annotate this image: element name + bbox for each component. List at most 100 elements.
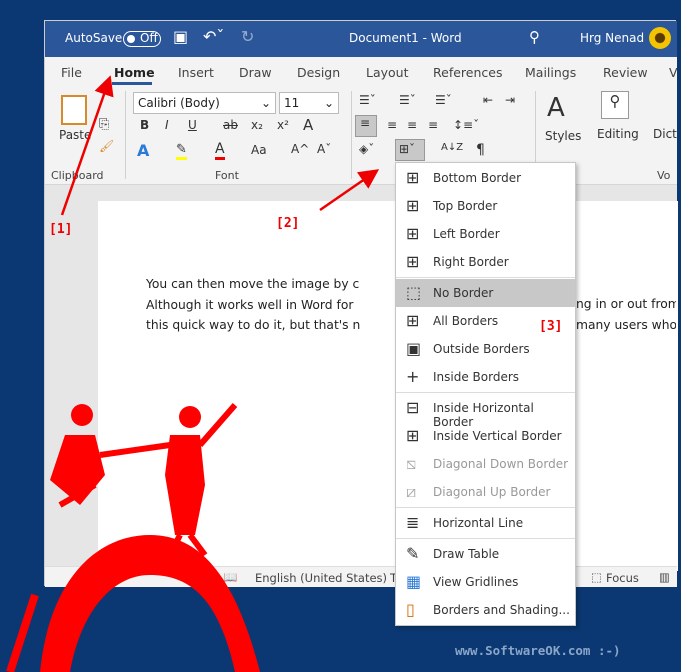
search-icon[interactable]: ⚲: [529, 28, 540, 46]
menu-item-label: All Borders: [433, 314, 499, 328]
align-right-icon[interactable]: ≡: [407, 118, 417, 132]
menu-item-no-border[interactable]: ⬚ No Border: [396, 279, 575, 307]
document-title: Document1 - Word: [349, 31, 462, 45]
shading-icon[interactable]: ◈ˇ: [359, 142, 374, 156]
menu-separator: [396, 277, 575, 278]
tab-mailings[interactable]: Mailings: [525, 65, 576, 80]
bold-button[interactable]: B: [140, 118, 149, 132]
styles-icon[interactable]: A: [547, 93, 565, 123]
font-name-dropdown[interactable]: Calibri (Body) ⌄: [133, 92, 276, 114]
inside-vertical-border-icon: ⊞: [406, 426, 420, 445]
top-border-icon: ⊞: [406, 196, 420, 215]
borders-shading-icon: ▯: [406, 600, 415, 619]
menu-item-borders-shading[interactable]: ▯ Borders and Shading...: [396, 596, 575, 624]
tab-insert[interactable]: Insert: [178, 65, 214, 80]
subscript-button[interactable]: x₂: [251, 118, 263, 132]
font-color-icon[interactable]: A: [215, 141, 225, 160]
center-icon[interactable]: ≡: [387, 118, 397, 132]
font-size-dropdown[interactable]: 11 ⌄: [279, 92, 339, 114]
tab-file[interactable]: File: [61, 65, 82, 80]
undo-icon[interactable]: ↶ˇ: [203, 27, 224, 46]
superscript-button[interactable]: x²: [277, 118, 289, 132]
highlight-color-icon[interactable]: ✎: [176, 142, 187, 160]
watermark-text: www.SoftwareOK.com :-): [455, 643, 621, 658]
menu-item-draw-table[interactable]: ✎ Draw Table: [396, 540, 575, 568]
multilevel-list-icon[interactable]: ☰ˇ: [435, 93, 452, 107]
shrink-font-button[interactable]: Aˇ: [317, 142, 331, 156]
menu-item-inside-horizontal-border[interactable]: ⊟ Inside Horizontal Border: [396, 394, 575, 430]
menu-separator: [396, 507, 575, 508]
menu-item-left-border[interactable]: ⊞ Left Border: [396, 220, 575, 248]
borders-dropdown-menu: ⊞ Bottom Border ⊞ Top Border ⊞ Left Border ⊞ Ri…: [395, 162, 576, 626]
tab-layout[interactable]: Layout: [366, 65, 409, 80]
horizontal-line-icon: ≣: [406, 513, 420, 532]
find-icon[interactable]: ⚲: [601, 91, 629, 119]
menu-separator: [396, 538, 575, 539]
tab-draw[interactable]: Draw: [239, 65, 272, 80]
diagonal-down-border-icon: ⧅: [406, 454, 417, 473]
menu-item-inside-borders[interactable]: + Inside Borders: [396, 363, 575, 391]
focus-button[interactable]: Focus: [606, 571, 639, 585]
draw-table-icon: ✎: [406, 544, 420, 563]
paste-button[interactable]: Paste: [59, 128, 91, 142]
change-case-button[interactable]: Aa: [251, 143, 267, 157]
tab-review[interactable]: Review: [603, 65, 648, 80]
menu-item-label: Diagonal Up Border: [433, 485, 551, 499]
strikethrough-button[interactable]: ab: [223, 118, 238, 132]
show-formatting-button[interactable]: ¶: [476, 142, 485, 158]
menu-item-bottom-border[interactable]: ⊞ Bottom Border: [396, 164, 575, 192]
title-bar: AutoSave Off ▣ ↶ˇ ↻ Document1 - Word ⚲ H…: [45, 21, 677, 57]
menu-item-diagonal-down-border: ⧅ Diagonal Down Border: [396, 450, 575, 478]
clear-formatting-icon[interactable]: A: [303, 116, 313, 134]
user-name[interactable]: Hrg Nenad: [580, 31, 644, 45]
menu-item-label: Inside Vertical Border: [433, 429, 562, 443]
align-left-icon[interactable]: ≡: [355, 115, 377, 137]
menu-item-label: Right Border: [433, 255, 509, 269]
menu-item-inside-vertical-border[interactable]: ⊞ Inside Vertical Border: [396, 422, 575, 450]
grow-font-button[interactable]: A^: [291, 142, 309, 156]
avatar[interactable]: [649, 27, 671, 49]
active-tab-underline: [112, 82, 152, 85]
tab-references[interactable]: References: [433, 65, 502, 80]
menu-item-view-gridlines[interactable]: ▦ View Gridlines: [396, 568, 575, 596]
save-icon[interactable]: ▣: [173, 27, 188, 46]
autosave-label: AutoSave: [65, 31, 123, 45]
autosave-toggle[interactable]: Off: [123, 31, 161, 47]
text-line: ng in or out from: [576, 297, 676, 311]
menu-separator: [396, 392, 575, 393]
clipboard-group-label: Clipboard: [51, 169, 104, 182]
text-effects-button[interactable]: A: [137, 141, 149, 160]
paste-icon[interactable]: [61, 95, 87, 125]
styles-button[interactable]: Styles: [545, 129, 581, 143]
right-border-icon: ⊞: [406, 252, 420, 271]
line-spacing-icon[interactable]: ↕≡ˇ: [453, 118, 479, 132]
format-painter-icon[interactable]: 🖌: [99, 139, 114, 153]
menu-item-top-border[interactable]: ⊞ Top Border: [396, 192, 575, 220]
view-gridlines-icon: ▦: [406, 572, 422, 591]
annotation-label-2: [2]: [276, 216, 300, 231]
editing-button[interactable]: Editing: [597, 127, 639, 141]
outside-borders-icon: ▣: [406, 339, 422, 358]
increase-indent-icon[interactable]: ⇥: [505, 93, 515, 107]
tab-home[interactable]: Home: [114, 65, 155, 80]
copy-icon[interactable]: ⎘: [99, 117, 109, 132]
menu-item-right-border[interactable]: ⊞ Right Border: [396, 248, 575, 276]
borders-button[interactable]: ⊞ˇ: [395, 139, 425, 161]
underline-button[interactable]: U: [188, 118, 197, 132]
read-mode-icon[interactable]: ▥: [659, 570, 670, 584]
tab-view[interactable]: V: [669, 65, 678, 80]
decrease-indent-icon[interactable]: ⇤: [483, 93, 493, 107]
tab-design[interactable]: Design: [297, 65, 340, 80]
inside-horizontal-border-icon: ⊟: [406, 398, 420, 417]
dictate-button[interactable]: Dict: [653, 127, 677, 141]
focus-icon[interactable]: ⬚: [591, 570, 602, 584]
numbering-icon[interactable]: ☰ˇ: [399, 93, 416, 107]
menu-item-outside-borders[interactable]: ▣ Outside Borders: [396, 335, 575, 363]
redo-icon[interactable]: ↻: [241, 27, 254, 46]
no-border-icon: ⬚: [406, 283, 422, 302]
menu-item-horizontal-line[interactable]: ≣ Horizontal Line: [396, 509, 575, 537]
justify-icon[interactable]: ≡: [428, 118, 438, 132]
sort-button[interactable]: A↓Z: [441, 142, 463, 153]
bullets-icon[interactable]: ☰ˇ: [359, 93, 376, 107]
italic-button[interactable]: I: [165, 118, 169, 132]
